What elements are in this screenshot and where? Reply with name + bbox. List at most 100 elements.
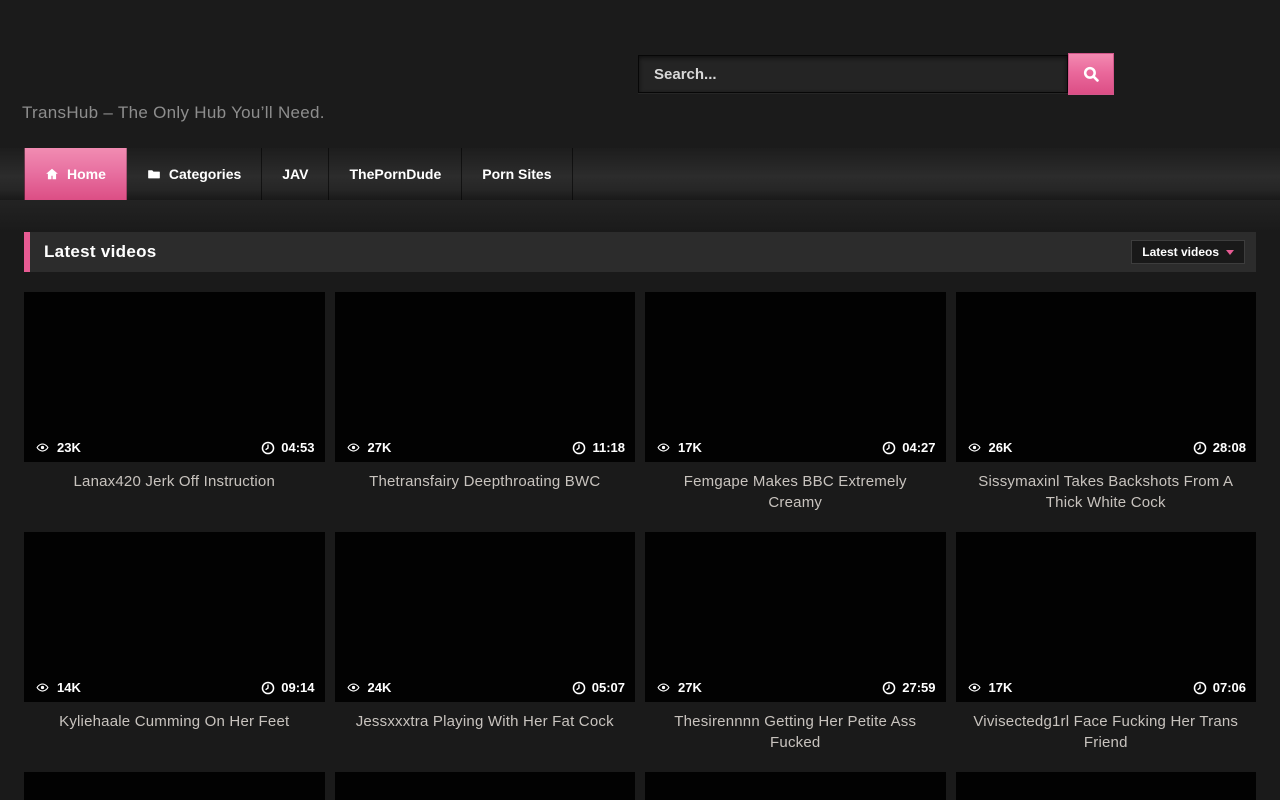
video-thumbnail[interactable]: 27K 27:59 xyxy=(645,532,946,702)
video-card[interactable]: 17K 04:27 Femgape Makes BBC Extremely Cr… xyxy=(645,292,946,532)
video-thumbnail[interactable]: 24K 05:07 xyxy=(335,532,636,702)
video-views-meta: 23K xyxy=(34,440,81,455)
video-duration-meta: 07:06 xyxy=(1193,680,1246,695)
video-thumbnail[interactable] xyxy=(956,772,1257,800)
video-title-wrap: Kyliehaale Cumming On Her Feet xyxy=(24,702,325,772)
video-thumbnail[interactable]: 27K 11:18 xyxy=(335,292,636,462)
video-views: 23K xyxy=(57,440,81,455)
eye-icon xyxy=(34,681,51,694)
video-views: 24K xyxy=(368,680,392,695)
video-meta: 27K 11:18 xyxy=(345,440,626,455)
video-duration: 27:59 xyxy=(902,680,935,695)
nav-tab-jav[interactable]: JAV xyxy=(262,148,329,200)
video-thumbnail[interactable]: 23K 04:53 xyxy=(24,292,325,462)
eye-icon xyxy=(34,441,51,454)
video-card[interactable]: 24K 05:07 Jessxxxtra Playing With Her Fa… xyxy=(335,532,636,772)
video-title[interactable]: Thetransfairy Deepthroating BWC xyxy=(345,471,626,492)
search-input[interactable] xyxy=(638,55,1068,93)
video-title-wrap: Sissymaxinl Takes Backshots From A Thick… xyxy=(956,462,1257,532)
video-duration-meta: 04:53 xyxy=(261,440,314,455)
video-duration: 09:14 xyxy=(281,680,314,695)
search-icon xyxy=(1082,65,1101,84)
eye-icon xyxy=(966,681,983,694)
video-views-meta: 27K xyxy=(345,440,392,455)
video-views-meta: 17K xyxy=(966,680,1013,695)
eye-icon xyxy=(655,441,672,454)
chevron-down-icon xyxy=(1226,250,1234,255)
video-title[interactable]: Kyliehaale Cumming On Her Feet xyxy=(34,711,315,732)
video-card[interactable] xyxy=(335,772,636,800)
video-title[interactable]: Femgape Makes BBC Extremely Creamy xyxy=(655,471,936,513)
video-thumbnail[interactable] xyxy=(24,772,325,800)
video-duration: 04:27 xyxy=(902,440,935,455)
video-title[interactable]: Sissymaxinl Takes Backshots From A Thick… xyxy=(966,471,1247,513)
site-header: TransHub – The Only Hub You’ll Need. xyxy=(0,0,1280,148)
nav-tab-label: JAV xyxy=(282,166,308,182)
section-header: Latest videos Latest videos xyxy=(24,232,1256,272)
video-thumbnail[interactable]: 17K 04:27 xyxy=(645,292,946,462)
nav-tab-theporndude[interactable]: ThePornDude xyxy=(329,148,462,200)
video-meta: 26K 28:08 xyxy=(966,440,1247,455)
video-meta: 17K 04:27 xyxy=(655,440,936,455)
video-duration-meta: 04:27 xyxy=(882,440,935,455)
video-title-wrap: Vivisectedg1rl Face Fucking Her Trans Fr… xyxy=(956,702,1257,772)
main-nav: Home Categories JAV ThePornDude Porn Sit… xyxy=(0,148,1280,200)
video-thumbnail[interactable]: 14K 09:14 xyxy=(24,532,325,702)
sort-dropdown-button[interactable]: Latest videos xyxy=(1131,240,1245,264)
video-card[interactable] xyxy=(24,772,325,800)
video-views: 26K xyxy=(989,440,1013,455)
video-duration: 28:08 xyxy=(1213,440,1246,455)
video-card[interactable]: 26K 28:08 Sissymaxinl Takes Backshots Fr… xyxy=(956,292,1257,532)
video-title[interactable]: Jessxxxtra Playing With Her Fat Cock xyxy=(345,711,626,732)
video-card[interactable] xyxy=(956,772,1257,800)
video-thumbnail[interactable]: 26K 28:08 xyxy=(956,292,1257,462)
sort-dropdown-label: Latest videos xyxy=(1142,245,1219,259)
video-duration: 07:06 xyxy=(1213,680,1246,695)
clock-icon xyxy=(1193,681,1207,695)
video-duration: 11:18 xyxy=(592,440,625,455)
video-thumbnail[interactable]: 17K 07:06 xyxy=(956,532,1257,702)
video-views: 27K xyxy=(368,440,392,455)
video-views: 27K xyxy=(678,680,702,695)
video-meta: 17K 07:06 xyxy=(966,680,1247,695)
nav-tab-label: Categories xyxy=(169,166,241,182)
eye-icon xyxy=(966,441,983,454)
video-thumbnail[interactable] xyxy=(335,772,636,800)
video-duration-meta: 09:14 xyxy=(261,680,314,695)
video-title-wrap: Jessxxxtra Playing With Her Fat Cock xyxy=(335,702,636,772)
nav-tab-label: ThePornDude xyxy=(349,166,441,182)
nav-tab-categories[interactable]: Categories xyxy=(127,148,262,200)
video-title[interactable]: Vivisectedg1rl Face Fucking Her Trans Fr… xyxy=(966,711,1247,753)
video-card[interactable]: 27K 27:59 Thesirennnn Getting Her Petite… xyxy=(645,532,946,772)
video-card[interactable]: 17K 07:06 Vivisectedg1rl Face Fucking He… xyxy=(956,532,1257,772)
video-card[interactable]: 14K 09:14 Kyliehaale Cumming On Her Feet xyxy=(24,532,325,772)
video-duration-meta: 27:59 xyxy=(882,680,935,695)
nav-tab-home[interactable]: Home xyxy=(24,148,127,200)
video-card[interactable]: 23K 04:53 Lanax420 Jerk Off Instruction xyxy=(24,292,325,532)
nav-tab-porn-sites[interactable]: Porn Sites xyxy=(462,148,572,200)
eye-icon xyxy=(345,681,362,694)
video-title-wrap: Lanax420 Jerk Off Instruction xyxy=(24,462,325,532)
video-card[interactable]: 27K 11:18 Thetransfairy Deepthroating BW… xyxy=(335,292,636,532)
video-views-meta: 27K xyxy=(655,680,702,695)
video-title-wrap: Thetransfairy Deepthroating BWC xyxy=(335,462,636,532)
folder-icon xyxy=(147,167,161,181)
video-card[interactable] xyxy=(645,772,946,800)
eye-icon xyxy=(655,681,672,694)
video-thumbnail[interactable] xyxy=(645,772,946,800)
video-title[interactable]: Lanax420 Jerk Off Instruction xyxy=(34,471,315,492)
clock-icon xyxy=(882,681,896,695)
video-views: 14K xyxy=(57,680,81,695)
video-meta: 24K 05:07 xyxy=(345,680,626,695)
video-views-meta: 26K xyxy=(966,440,1013,455)
search-button[interactable] xyxy=(1068,53,1114,95)
video-views-meta: 17K xyxy=(655,440,702,455)
video-title-wrap: Femgape Makes BBC Extremely Creamy xyxy=(645,462,946,532)
video-meta: 27K 27:59 xyxy=(655,680,936,695)
video-grid: 23K 04:53 Lanax420 Jerk Off Instruction xyxy=(24,292,1256,800)
video-meta: 14K 09:14 xyxy=(34,680,315,695)
home-icon xyxy=(45,167,59,181)
video-views-meta: 14K xyxy=(34,680,81,695)
video-title[interactable]: Thesirennnn Getting Her Petite Ass Fucke… xyxy=(655,711,936,753)
clock-icon xyxy=(572,441,586,455)
